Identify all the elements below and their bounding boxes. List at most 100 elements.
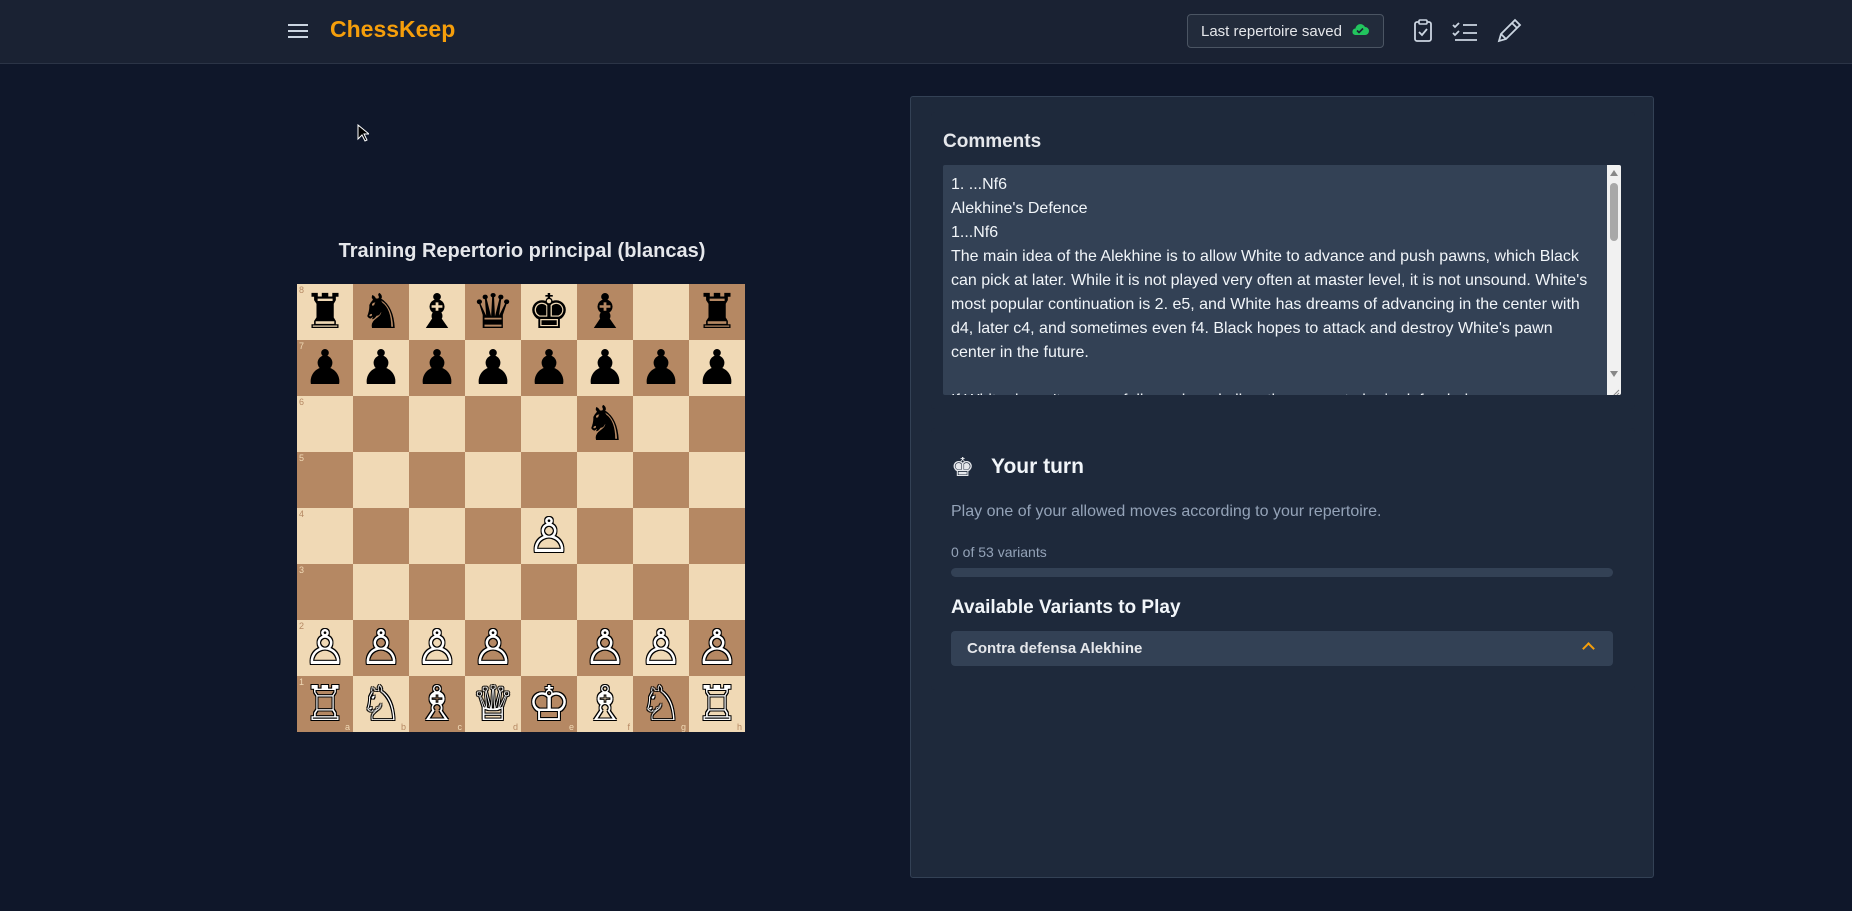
white-piece[interactable]: ♖ <box>695 680 738 728</box>
square-c4[interactable] <box>409 508 465 564</box>
white-piece[interactable]: ♘ <box>359 680 402 728</box>
white-piece[interactable]: ♙ <box>359 624 402 672</box>
menu-icon[interactable] <box>286 20 310 44</box>
chevron-up-icon[interactable] <box>1582 642 1595 655</box>
white-piece[interactable]: ♗ <box>415 680 458 728</box>
square-g7[interactable]: ♟ <box>633 340 689 396</box>
square-g1[interactable]: g ♘ <box>633 676 689 732</box>
scroll-thumb[interactable] <box>1610 183 1618 241</box>
square-d8[interactable]: ♛ <box>465 284 521 340</box>
checklist-icon[interactable] <box>1450 16 1480 46</box>
square-b3[interactable] <box>353 564 409 620</box>
square-b7[interactable]: ♟ <box>353 340 409 396</box>
comments-scrollbar[interactable] <box>1607 165 1621 395</box>
resize-grip-icon[interactable] <box>1610 384 1620 395</box>
square-c2[interactable]: ♙ <box>409 620 465 676</box>
square-g2[interactable]: ♙ <box>633 620 689 676</box>
square-h6[interactable] <box>689 396 745 452</box>
square-a1[interactable]: 1 a ♖ <box>297 676 353 732</box>
square-g5[interactable] <box>633 452 689 508</box>
square-e6[interactable] <box>521 396 577 452</box>
black-piece[interactable]: ♟ <box>639 344 682 392</box>
black-piece[interactable]: ♜ <box>303 288 346 336</box>
square-d1[interactable]: d ♕ <box>465 676 521 732</box>
black-piece[interactable]: ♝ <box>583 288 626 336</box>
square-a3[interactable]: 3 <box>297 564 353 620</box>
square-h3[interactable] <box>689 564 745 620</box>
square-f7[interactable]: ♟ <box>577 340 633 396</box>
square-e7[interactable]: ♟ <box>521 340 577 396</box>
square-g6[interactable] <box>633 396 689 452</box>
square-h7[interactable]: ♟ <box>689 340 745 396</box>
black-piece[interactable]: ♝ <box>415 288 458 336</box>
square-g8[interactable] <box>633 284 689 340</box>
square-a8[interactable]: 8 ♜ <box>297 284 353 340</box>
square-c6[interactable] <box>409 396 465 452</box>
square-f5[interactable] <box>577 452 633 508</box>
white-piece[interactable]: ♙ <box>415 624 458 672</box>
square-e3[interactable] <box>521 564 577 620</box>
white-piece[interactable]: ♗ <box>583 680 626 728</box>
white-piece[interactable]: ♘ <box>639 680 682 728</box>
square-c1[interactable]: c ♗ <box>409 676 465 732</box>
scroll-down-arrow[interactable] <box>1610 371 1618 377</box>
comments-text[interactable]: 1. ...Nf6 Alekhine's Defence 1...Nf6 The… <box>951 173 1591 395</box>
black-piece[interactable]: ♟ <box>695 344 738 392</box>
square-f8[interactable]: ♝ <box>577 284 633 340</box>
square-f2[interactable]: ♙ <box>577 620 633 676</box>
black-piece[interactable]: ♟ <box>303 344 346 392</box>
app-logo[interactable]: ChessKeep <box>330 16 455 43</box>
square-b6[interactable] <box>353 396 409 452</box>
square-f4[interactable] <box>577 508 633 564</box>
square-a4[interactable]: 4 <box>297 508 353 564</box>
square-g4[interactable] <box>633 508 689 564</box>
white-piece[interactable]: ♙ <box>303 624 346 672</box>
black-piece[interactable]: ♞ <box>359 288 402 336</box>
square-e4[interactable]: ♙ <box>521 508 577 564</box>
square-c7[interactable]: ♟ <box>409 340 465 396</box>
square-h1[interactable]: h ♖ <box>689 676 745 732</box>
square-c3[interactable] <box>409 564 465 620</box>
square-e1[interactable]: e ♔ <box>521 676 577 732</box>
scroll-up-arrow[interactable] <box>1610 170 1618 176</box>
square-e8[interactable]: ♚ <box>521 284 577 340</box>
square-d7[interactable]: ♟ <box>465 340 521 396</box>
clipboard-check-icon[interactable] <box>1408 16 1438 46</box>
square-d6[interactable] <box>465 396 521 452</box>
square-b4[interactable] <box>353 508 409 564</box>
square-a7[interactable]: 7 ♟ <box>297 340 353 396</box>
chess-board[interactable]: 8 ♜ ♞ ♝ ♛ ♚ ♝ ♜ 7 ♟ ♟ ♟ ♟ ♟ ♟ ♟ ♟ 6 ♞ 5 4 ♙ 3 2 ♙ ♙ ♙ ♙ ♙ ♙ ♙ 1 a ♖ b ♘ c ♗ d ♕… <box>297 284 745 732</box>
black-piece[interactable]: ♟ <box>583 344 626 392</box>
square-e5[interactable] <box>521 452 577 508</box>
white-piece[interactable]: ♙ <box>471 624 514 672</box>
white-piece[interactable]: ♙ <box>639 624 682 672</box>
square-e2[interactable] <box>521 620 577 676</box>
square-g3[interactable] <box>633 564 689 620</box>
square-a2[interactable]: 2 ♙ <box>297 620 353 676</box>
white-piece[interactable]: ♙ <box>527 512 570 560</box>
square-d4[interactable] <box>465 508 521 564</box>
black-piece[interactable]: ♟ <box>415 344 458 392</box>
white-piece[interactable]: ♙ <box>695 624 738 672</box>
white-piece[interactable]: ♕ <box>471 680 514 728</box>
black-piece[interactable]: ♛ <box>471 288 514 336</box>
variant-accordion[interactable]: Contra defensa Alekhine <box>951 631 1613 666</box>
black-piece[interactable]: ♚ <box>527 288 570 336</box>
black-piece[interactable]: ♟ <box>471 344 514 392</box>
square-f1[interactable]: f ♗ <box>577 676 633 732</box>
square-b2[interactable]: ♙ <box>353 620 409 676</box>
black-piece[interactable]: ♟ <box>359 344 402 392</box>
square-h8[interactable]: ♜ <box>689 284 745 340</box>
pencil-icon[interactable] <box>1494 16 1524 46</box>
square-h2[interactable]: ♙ <box>689 620 745 676</box>
square-h4[interactable] <box>689 508 745 564</box>
square-b1[interactable]: b ♘ <box>353 676 409 732</box>
square-h5[interactable] <box>689 452 745 508</box>
white-piece[interactable]: ♖ <box>303 680 346 728</box>
square-c5[interactable] <box>409 452 465 508</box>
square-c8[interactable]: ♝ <box>409 284 465 340</box>
square-b8[interactable]: ♞ <box>353 284 409 340</box>
square-b5[interactable] <box>353 452 409 508</box>
white-piece[interactable]: ♔ <box>527 680 570 728</box>
square-a6[interactable]: 6 <box>297 396 353 452</box>
